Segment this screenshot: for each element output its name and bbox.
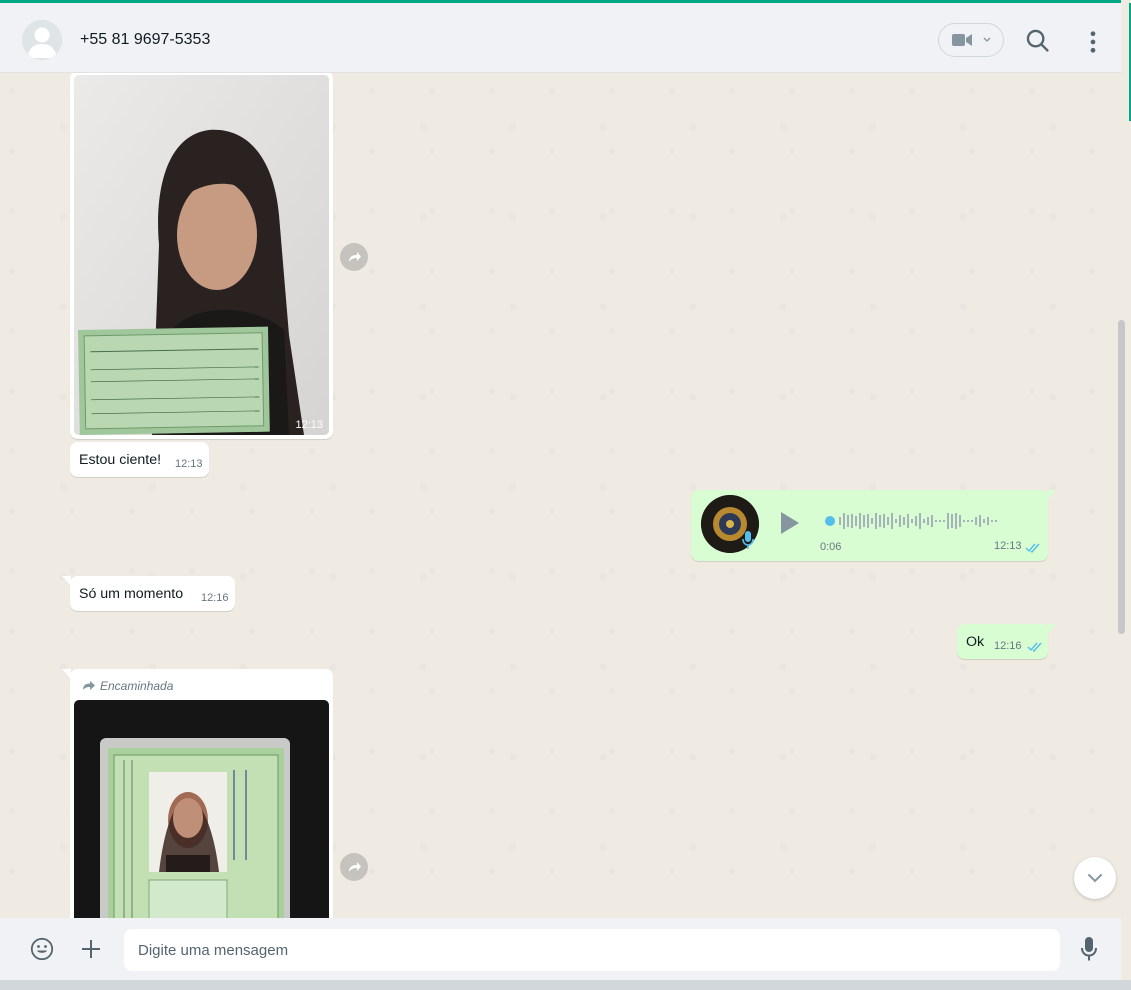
audio-waveform[interactable] [837,510,1027,532]
message-time: 12:13 [994,540,1022,552]
chevron-down-icon [983,37,991,42]
message-photo[interactable] [74,700,329,918]
bubble-tail [62,576,71,586]
message-time: 12:16 [201,592,229,604]
attach-plus-icon[interactable] [80,938,102,960]
bubble-tail [1047,624,1056,634]
forward-icon [349,252,361,262]
message-text: Só um momento [79,586,184,602]
bottom-edge [0,980,1131,990]
forwarded-image-message[interactable]: Encaminhada [70,669,333,918]
contact-name[interactable]: +55 81 9697-5353 [80,31,210,49]
forward-button[interactable] [340,853,368,881]
message-photo[interactable]: 12:13 [74,75,329,435]
scroll-to-bottom-button[interactable] [1074,857,1116,899]
audio-progress-knob[interactable] [825,516,835,526]
menu-icon[interactable] [1080,29,1106,55]
forwarded-arrow-icon [83,681,95,690]
audio-duration: 0:06 [820,541,842,553]
chat-messages-area[interactable]: 12:13 Estou ciente! 12:13 0:06 12:13 Só … [0,73,1121,918]
read-ticks-icon [1025,543,1040,553]
text-message[interactable]: Ok 12:16 [957,624,1048,659]
photo-id-document [74,700,329,918]
text-message[interactable]: Estou ciente! 12:13 [70,442,209,477]
microphone-icon[interactable] [1080,936,1098,962]
chat-header: +55 81 9697-5353 [0,3,1121,73]
forward-button[interactable] [340,243,368,271]
forward-icon [349,862,361,872]
video-call-button[interactable] [938,23,1004,57]
scrollbar-thumb[interactable] [1118,320,1125,634]
image-message[interactable]: 12:13 [70,73,333,439]
text-message[interactable]: Só um momento 12:16 [70,576,235,611]
message-input[interactable] [124,929,1060,971]
message-time: 12:13 [175,458,203,470]
message-composer [0,918,1121,980]
voice-message[interactable]: 0:06 12:13 [691,490,1048,561]
forwarded-label: Encaminhada [100,679,174,693]
read-ticks-icon [1027,642,1042,652]
search-icon[interactable] [1025,28,1051,54]
contact-avatar[interactable] [22,20,62,60]
default-avatar-icon [22,20,62,60]
video-call-icon [952,34,972,46]
microphone-icon [742,531,754,549]
chevron-down-icon [1088,874,1102,883]
message-time: 12:13 [295,419,323,431]
message-text: Estou ciente! [79,452,162,468]
message-text: Ok [966,634,985,650]
play-icon[interactable] [779,511,801,535]
emoji-icon[interactable] [30,937,54,961]
bubble-tail [1047,490,1056,500]
bubble-tail [62,669,71,679]
photo-selfie-with-document [74,75,329,435]
message-time: 12:16 [994,640,1022,652]
